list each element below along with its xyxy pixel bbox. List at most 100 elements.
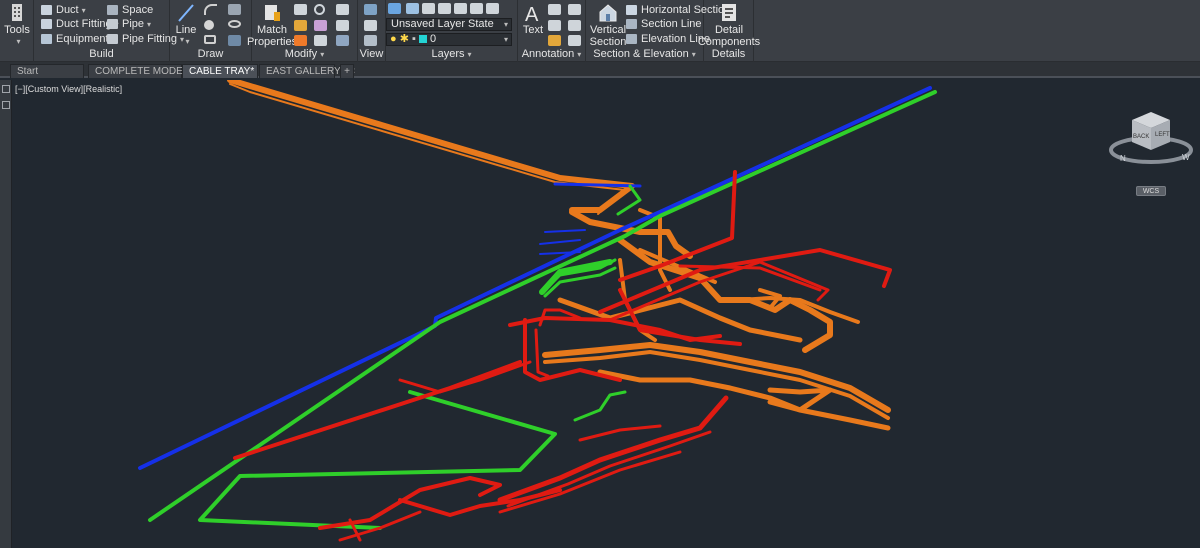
dimension-tool[interactable] [548,4,561,15]
mirror-tool[interactable] [314,20,327,31]
chevron-down-icon: ▾ [320,50,325,59]
layers-panel: Unsaved Layer State ▾ ● ✱ ▪ 0 ▾ Layers ▾ [386,0,518,62]
chevron-down-icon: ▾ [503,35,508,44]
duct-icon [41,5,52,15]
viewcube-face-back: BACK [1133,134,1149,140]
tab-cable-tray[interactable]: CABLE TRAY*× [182,64,265,78]
trim-tool[interactable] [228,4,241,15]
annotation-panel-title[interactable]: Annotation ▾ [518,48,585,60]
chevron-down-icon: ▾ [185,37,190,46]
plus-icon: + [344,66,350,77]
rectangle-tool[interactable] [204,35,216,44]
arc-tool[interactable] [204,4,217,15]
pipe-button[interactable]: Pipe ▾ [107,17,151,31]
detail-components-icon [722,4,736,21]
duct-fitting-icon [41,19,52,29]
match-properties-button[interactable]: Match Properties [247,3,297,48]
tools-button[interactable]: Tools ▾ [3,3,31,48]
line-button[interactable]: Line ▾ [173,3,199,48]
text-icon: A [525,4,539,23]
equipment-button[interactable]: Equipment▾ [41,32,116,46]
text-button[interactable]: A Text [521,3,545,36]
layer-tool-7[interactable] [486,3,499,14]
layer-tool-6[interactable] [470,3,483,14]
ellipse-tool[interactable] [228,20,241,28]
vertical-section-label-1: Vertical [589,24,627,36]
chevron-down-icon: ▾ [147,19,152,29]
duct-fitting-label: Duct Fitting [56,18,112,30]
explode-tool[interactable] [336,35,349,46]
match-properties-label-2: Properties [246,36,298,48]
circle-tool[interactable] [204,20,214,30]
modify-title-text: Modify [284,48,318,60]
view-panel-title: View [359,48,384,60]
stretch-tool[interactable] [336,20,349,31]
space-icon [107,5,118,15]
tools-icon [12,4,22,21]
layers-icon[interactable] [2,85,10,93]
details-panel-title: Details [711,48,746,60]
viewcube[interactable]: BACK LEFT N W [1108,104,1194,170]
layer-tool-3[interactable] [422,3,435,14]
layer-select[interactable]: ● ✱ ▪ 0 ▾ [386,33,512,46]
space-button[interactable]: Space [107,3,153,17]
duct-button[interactable]: Duct ▾ [41,3,86,17]
sun-icon: ✱ [399,33,409,45]
detail-components-button[interactable]: Detail Components [698,3,760,48]
layers-panel-title[interactable]: Layers ▾ [386,48,517,60]
tools-label: Tools [4,24,30,36]
tab-cable-tray-label: CABLE TRAY* [189,66,255,77]
detail-components-label-2: Components [697,36,761,48]
horizontal-section-icon [626,5,637,15]
pipe-fitting-icon [107,34,118,44]
elevation-line-icon [626,34,637,44]
current-layer-value: 0 [430,33,437,45]
leader-tool[interactable] [548,20,561,31]
annotation-tool-6[interactable] [568,35,581,46]
view-tool-1[interactable] [364,4,377,15]
layer-tool-2[interactable] [406,3,419,14]
rotate-tool[interactable] [314,4,325,15]
section-line-button[interactable]: Section Line [626,17,702,31]
layers-title-text: Layers [431,48,465,60]
scale-tool[interactable] [294,35,307,46]
viewport-controls-label[interactable]: [−][Custom View][Realistic] [15,84,122,94]
pipe-label: Pipe [122,18,145,30]
tab-complete-model[interactable]: COMPLETE MODEL*× [88,64,203,78]
tab-start[interactable]: Start [10,64,84,78]
view-tool-3[interactable] [364,35,377,46]
array-tool[interactable] [314,35,327,46]
modify-panel-title[interactable]: Modify ▾ [252,48,357,60]
layer-state-select[interactable]: Unsaved Layer State ▾ [386,18,512,31]
model-viewport[interactable] [13,80,1200,548]
annotation-tool-5[interactable] [568,20,581,31]
compass-north: N [1120,154,1126,163]
tab-east-gallery[interactable]: EAST GALLERY*× [259,64,355,78]
section-elevation-panel-title[interactable]: Section & Elevation ▾ [586,48,703,60]
fillet-tool[interactable] [336,4,349,15]
layer-state-value: Unsaved Layer State [391,18,494,30]
wcs-menu[interactable]: WCS [1136,186,1166,196]
vertical-section-button[interactable]: Vertical Section [590,3,626,48]
move-tool[interactable] [294,4,307,15]
annotation-tool-4[interactable] [568,4,581,15]
section-line-label: Section Line [641,18,702,30]
copy-tool[interactable] [294,20,307,31]
new-tab-button[interactable]: + [340,64,354,78]
layer-tool-5[interactable] [454,3,467,14]
chevron-down-icon: ▾ [691,50,696,59]
layer-tool-4[interactable] [438,3,451,14]
green-pipe [148,90,937,530]
tab-complete-model-label: COMPLETE MODEL* [95,66,193,77]
hatch-tool[interactable] [228,35,241,46]
properties-icon[interactable] [2,101,10,109]
section-elevation-title-text: Section & Elevation [593,48,689,60]
detail-components-label-1: Detail [714,24,744,36]
left-tool-strip [0,80,12,548]
section-elevation-panel: Vertical Section Horizontal Section Sect… [586,0,730,62]
line-icon [178,4,194,22]
details-panel: Detail Components Details [698,0,760,62]
view-tool-2[interactable] [364,20,377,31]
layer-properties-tool[interactable] [388,3,401,14]
table-tool[interactable] [548,35,561,46]
